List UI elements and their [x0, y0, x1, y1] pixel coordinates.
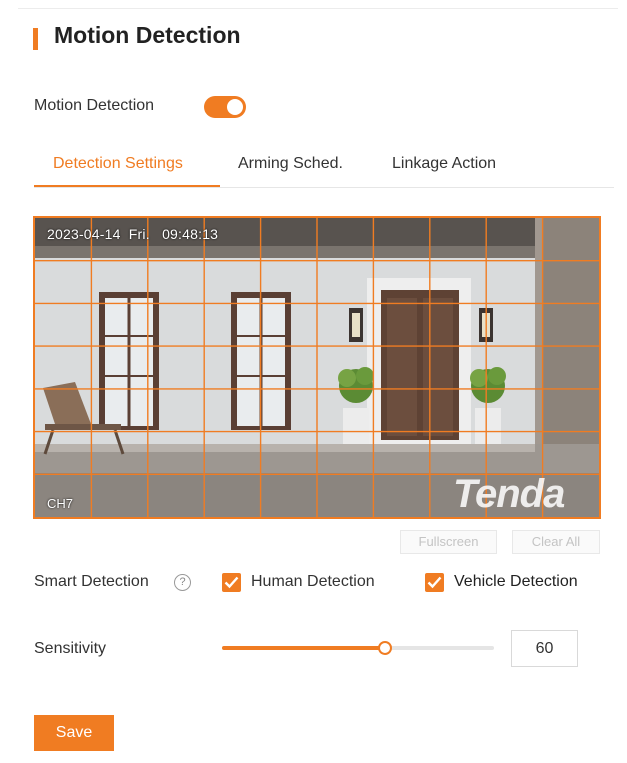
- vehicle-detection-label: Vehicle Detection: [454, 573, 578, 590]
- fullscreen-button[interactable]: Fullscreen: [400, 530, 497, 554]
- motion-detection-label: Motion Detection: [34, 97, 155, 114]
- sensitivity-slider[interactable]: [222, 641, 494, 655]
- preview-timestamp: 2023-04-14 Fri. 09:48:13: [47, 226, 219, 242]
- settings-tabs: Detection Settings Arming Sched. Linkage…: [34, 146, 614, 188]
- sensitivity-slider-fill: [222, 646, 386, 650]
- save-button[interactable]: Save: [34, 715, 114, 751]
- sensitivity-label: Sensitivity: [34, 640, 107, 657]
- motion-detection-toggle[interactable]: [204, 96, 246, 118]
- toggle-knob: [227, 99, 243, 115]
- camera-preview[interactable]: 2023-04-14 Fri. 09:48:13 CH7 Tenda: [33, 216, 601, 519]
- clear-all-button[interactable]: Clear All: [512, 530, 600, 554]
- human-detection-checkbox[interactable]: [222, 573, 241, 592]
- tenda-watermark-logo: Tenda: [453, 472, 565, 516]
- vehicle-detection-checkbox[interactable]: [425, 573, 444, 592]
- page-title: Motion Detection: [54, 22, 241, 48]
- tab-detection-settings[interactable]: Detection Settings: [53, 155, 183, 173]
- human-detection-label: Human Detection: [251, 573, 375, 590]
- question-circle-icon[interactable]: ?: [174, 574, 191, 591]
- preview-channel: CH7: [47, 496, 74, 511]
- title-accent-bar: [33, 28, 38, 50]
- smart-detection-label: Smart Detection: [34, 573, 149, 590]
- tab-arming-schedule[interactable]: Arming Sched.: [238, 155, 343, 173]
- active-tab-underline: [34, 185, 220, 187]
- tab-linkage-action[interactable]: Linkage Action: [392, 155, 496, 173]
- sensitivity-input[interactable]: [511, 630, 578, 667]
- check-icon: [427, 576, 442, 589]
- check-icon: [224, 576, 239, 589]
